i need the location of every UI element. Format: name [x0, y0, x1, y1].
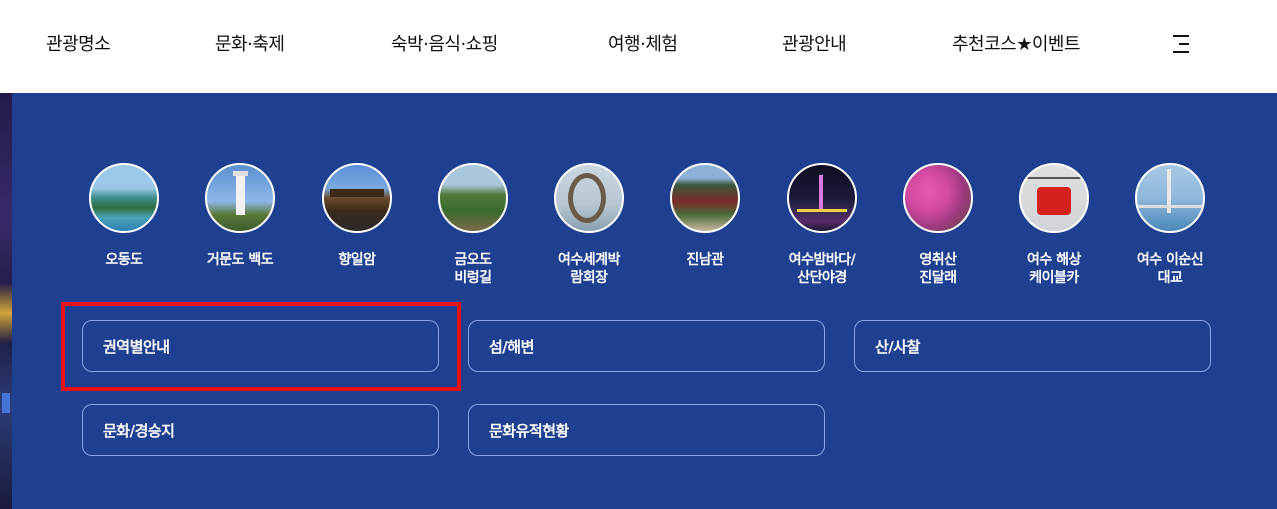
- hamburger-menu-icon[interactable]: [1170, 33, 1192, 55]
- bridge-photo: [1135, 163, 1205, 233]
- category-button-mountains-temples[interactable]: 산/사찰: [854, 320, 1211, 372]
- spot-label: 오동도: [105, 252, 143, 268]
- spot-label: 진남관: [686, 252, 724, 268]
- spot-yeosu-expo[interactable]: 여수세계박 람회장: [539, 163, 639, 287]
- spot-yeosu-cable-car[interactable]: 여수 해상 케이블카: [1004, 163, 1104, 287]
- spot-hyangiram[interactable]: 향일암: [307, 163, 407, 269]
- coastal-trail-photo: [438, 163, 508, 233]
- spot-odongdo[interactable]: 오동도: [74, 163, 174, 269]
- temple-photo: [322, 163, 392, 233]
- category-button-by-region[interactable]: 권역별안내: [82, 320, 439, 372]
- spot-yi-sun-sin-bridge[interactable]: 여수 이순신 대교: [1120, 163, 1220, 287]
- nav-item-culture-festival[interactable]: 문화·축제: [215, 30, 285, 56]
- nav-item-attractions[interactable]: 관광명소: [46, 30, 111, 56]
- spot-yeongchwisan-azalea[interactable]: 영취산 진달래: [888, 163, 988, 287]
- spot-geomundo-baekdo[interactable]: 거문도 백도: [190, 163, 290, 269]
- spot-geumodo-bireonggil[interactable]: 금오도 비렁길: [423, 163, 523, 287]
- nav-item-tourist-info[interactable]: 관광안내: [782, 30, 847, 56]
- cable-car-photo: [1019, 163, 1089, 233]
- spot-jinnamgwan[interactable]: 진남관: [655, 163, 755, 269]
- background-night-photo-strip: [0, 93, 12, 509]
- spot-label: 여수 이순신 대교: [1136, 252, 1204, 286]
- category-button-islands-beaches[interactable]: 섬/해변: [468, 320, 825, 372]
- island-photo: [89, 163, 159, 233]
- pavilion-photo: [670, 163, 740, 233]
- expo-ring-photo: [554, 163, 624, 233]
- top-navigation: 관광명소 문화·축제 숙박·음식·쇼핑 여행·체험 관광안내 추천코스★이벤트: [0, 0, 1277, 93]
- category-button-cultural-heritage[interactable]: 문화유적현황: [468, 404, 825, 456]
- night-bridge-photo: [787, 163, 857, 233]
- spot-label: 금오도 비렁길: [454, 252, 492, 286]
- spot-label: 향일암: [338, 252, 376, 268]
- spot-yeosu-night-sea[interactable]: 여수밤바다/ 산단야경: [772, 163, 872, 287]
- spot-label: 거문도 백도: [206, 252, 274, 268]
- spot-label: 여수 해상 케이블카: [1027, 252, 1081, 286]
- submenu-panel: 오동도 거문도 백도 향일암 금오도 비렁길 여수세계박 람회장 진남관 여수밤…: [12, 93, 1277, 509]
- nav-item-travel-experience[interactable]: 여행·체험: [608, 30, 678, 56]
- nav-item-recommended-courses[interactable]: 추천코스★이벤트: [952, 30, 1081, 56]
- spot-label: 영취산 진달래: [919, 252, 957, 286]
- azalea-photo: [903, 163, 973, 233]
- nav-item-lodging-food-shopping[interactable]: 숙박·음식·쇼핑: [391, 30, 498, 56]
- spot-label: 여수밤바다/ 산단야경: [788, 252, 856, 286]
- category-button-culture-scenic[interactable]: 문화/경승지: [82, 404, 439, 456]
- spot-label: 여수세계박 람회장: [558, 252, 620, 286]
- lighthouse-photo: [205, 163, 275, 233]
